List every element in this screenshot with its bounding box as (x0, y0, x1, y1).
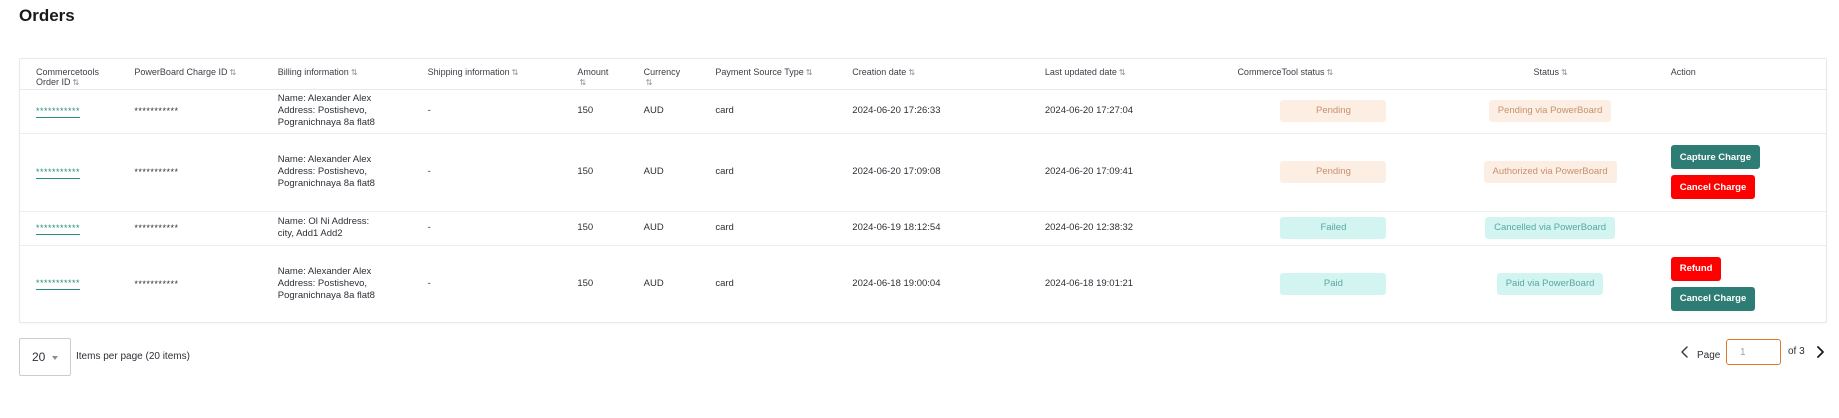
charge-id: *********** (118, 89, 262, 134)
charge-id: *********** (118, 133, 262, 212)
sort-icon[interactable]: ⇅ (351, 68, 358, 77)
table-row: *********** *********** Name: Alexander … (20, 245, 1826, 322)
header-creation-date[interactable]: Creation date ⇅ (836, 59, 1029, 90)
page-title: Orders (19, 6, 75, 25)
creation-date: 2024-06-20 17:09:08 (836, 133, 1029, 212)
sort-icon[interactable]: ⇅ (73, 78, 80, 87)
updated-date: 2024-06-20 12:38:32 (1028, 211, 1222, 246)
updated-date: 2024-06-20 17:27:04 (1028, 89, 1222, 134)
header-ct-status[interactable]: CommerceTool status ⇅ (1221, 59, 1436, 90)
action-cell (1654, 211, 1826, 246)
amount: 150 (561, 89, 628, 134)
creation-date: 2024-06-18 19:00:04 (852, 277, 941, 289)
cancel-charge-button[interactable]: Cancel Charge (1670, 175, 1756, 199)
shipping-info: - (427, 277, 431, 289)
shipping-info: - (411, 89, 562, 134)
table-row: *********** *********** Name: Ol Ni Addr… (20, 211, 1826, 246)
page-total-label: of 3 (1788, 346, 1805, 357)
cancel-charge-button[interactable]: Cancel Charge (1670, 286, 1756, 311)
sort-icon[interactable]: ⇅ (1326, 68, 1333, 77)
sort-icon[interactable]: ⇅ (1119, 68, 1126, 77)
page-label: Page (1697, 350, 1721, 361)
capture-charge-button[interactable]: Capture Charge (1670, 145, 1760, 169)
sort-icon[interactable]: ⇅ (512, 68, 519, 77)
order-id-link[interactable]: *********** (36, 278, 81, 291)
header-shipping[interactable]: Shipping information ⇅ (411, 59, 562, 90)
page-number-input[interactable] (1726, 339, 1781, 365)
payment-source: card (699, 89, 837, 134)
ct-status-badge: Pending (1280, 100, 1387, 122)
billing-info: Name: Alexander Alex Address: Postishevo… (261, 133, 412, 212)
charge-id: *********** (134, 278, 179, 289)
header-status[interactable]: Status ⇅ (1435, 59, 1655, 90)
header-billing[interactable]: Billing information ⇅ (261, 59, 412, 90)
payment-source: card (715, 277, 734, 289)
creation-date: 2024-06-20 17:26:33 (836, 89, 1029, 134)
table-row: *********** *********** Name: Alexander … (20, 89, 1826, 134)
order-id-link[interactable]: *********** (36, 166, 81, 179)
ct-status-badge: Paid (1280, 272, 1387, 295)
billing-info: Name: Ol Ni Address: city, Add1 Add2 (261, 211, 412, 246)
sort-icon[interactable]: ⇅ (579, 78, 586, 87)
billing-info: Name: Alexander Alex Address: Postishevo… (261, 89, 412, 134)
amount: 150 (561, 211, 628, 246)
header-action: Action (1654, 59, 1826, 90)
action-cell: Capture Charge Cancel Charge (1654, 133, 1826, 212)
creation-date: 2024-06-19 18:12:54 (836, 211, 1029, 246)
ct-status-badge: Pending (1280, 161, 1387, 183)
items-per-page-select[interactable]: 20 (19, 338, 71, 376)
payment-source: card (699, 211, 837, 246)
chevron-down-icon (52, 356, 58, 360)
updated-date: 2024-06-18 19:01:21 (1044, 277, 1134, 289)
sort-icon[interactable]: ⇅ (806, 68, 813, 77)
billing-info: Name: Alexander Alex Address: Postishevo… (277, 265, 375, 301)
payment-source: card (699, 133, 837, 212)
header-amount[interactable]: Amount ⇅ (561, 59, 628, 90)
header-updated-date[interactable]: Last updated date ⇅ (1028, 59, 1222, 90)
charge-id: *********** (118, 211, 262, 246)
amount: 150 (577, 277, 594, 289)
updated-date: 2024-06-20 17:09:41 (1028, 133, 1222, 212)
status-badge: Authorized via PowerBoard (1483, 161, 1617, 183)
order-id-link[interactable]: *********** (36, 105, 81, 118)
chevron-left-icon[interactable] (1677, 344, 1693, 360)
ct-status-badge: Failed (1280, 217, 1387, 239)
chevron-right-icon[interactable] (1812, 344, 1828, 360)
currency: AUD (627, 211, 700, 246)
header-currency[interactable]: Currency ⇅ (627, 59, 700, 90)
header-payment-source[interactable]: Payment Source Type ⇅ (699, 59, 837, 90)
action-cell: Refund Cancel Charge (1655, 245, 1826, 322)
action-cell (1654, 89, 1826, 134)
sort-icon[interactable]: ⇅ (646, 78, 653, 87)
items-per-page-label: Items per page (20 items) (76, 351, 190, 362)
refund-button[interactable]: Refund (1670, 256, 1722, 281)
status-badge: Paid via PowerBoard (1496, 272, 1604, 295)
shipping-info: - (411, 133, 562, 212)
amount: 150 (561, 133, 628, 212)
order-id-link[interactable]: *********** (36, 222, 81, 235)
orders-table: Commercetools Order ID ⇅ PowerBoard Charg… (19, 58, 1827, 323)
status-badge: Pending via PowerBoard (1488, 100, 1612, 122)
sort-icon[interactable]: ⇅ (1561, 68, 1568, 77)
header-order-id[interactable]: Commercetools Order ID ⇅ (20, 59, 119, 90)
currency: AUD (643, 277, 664, 289)
currency: AUD (627, 133, 700, 212)
shipping-info: - (411, 211, 562, 246)
header-charge-id[interactable]: PowerBoard Charge ID ⇅ (118, 59, 262, 90)
status-badge: Cancelled via PowerBoard (1485, 217, 1616, 239)
sort-icon[interactable]: ⇅ (908, 68, 915, 77)
sort-icon[interactable]: ⇅ (229, 68, 236, 77)
table-row: *********** *********** Name: Alexander … (20, 133, 1826, 212)
currency: AUD (627, 89, 700, 134)
